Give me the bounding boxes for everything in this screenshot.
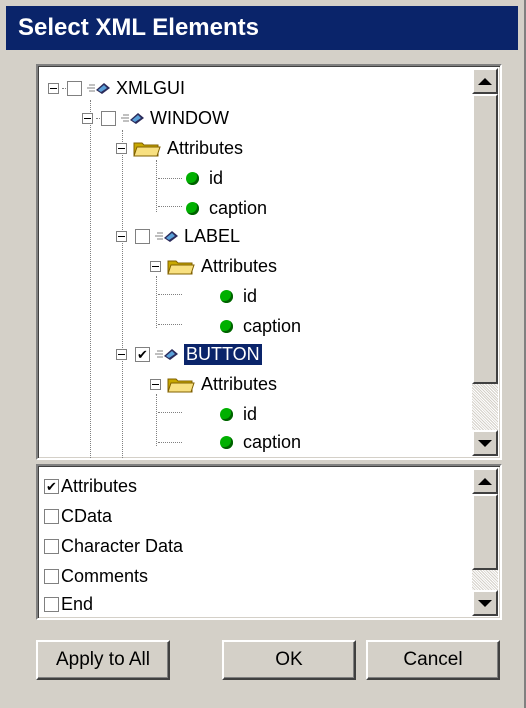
option-label: Character Data	[61, 535, 184, 556]
list-scrollbar[interactable]	[472, 468, 498, 616]
node-label: XMLGUI	[116, 77, 186, 98]
attribute-dot-icon	[186, 201, 199, 215]
folder-icon	[167, 260, 195, 275]
node-label: WINDOW	[150, 107, 229, 128]
list-item-attributes[interactable]: ✔ Attributes	[44, 472, 137, 500]
element-icon	[87, 83, 110, 94]
list-item-cdata[interactable]: CData	[44, 502, 112, 530]
node-label: id	[209, 167, 224, 188]
tree-scrollbar[interactable]	[472, 68, 498, 456]
arrow-up-icon	[478, 477, 492, 485]
tree-node-attributes[interactable]: Attributes	[150, 252, 277, 280]
arrow-down-icon	[478, 439, 492, 447]
list-item-end[interactable]: End	[44, 590, 93, 618]
option-label: Attributes	[61, 475, 138, 496]
folder-icon	[133, 142, 161, 157]
collapse-toggle[interactable]	[150, 378, 161, 390]
collapse-toggle[interactable]	[116, 142, 127, 154]
element-icon	[155, 349, 178, 360]
node-label: Attributes	[167, 137, 244, 158]
attribute-dot-icon	[186, 171, 199, 185]
option-checkbox[interactable]	[44, 568, 59, 584]
tree-node-attributes[interactable]: Attributes	[150, 370, 277, 398]
scroll-up-button[interactable]	[472, 68, 498, 94]
node-label: id	[243, 285, 258, 306]
option-label: Comments	[61, 565, 149, 586]
apply-to-all-button[interactable]: Apply to All	[36, 640, 170, 680]
attribute-dot-icon	[220, 435, 233, 449]
option-label: CData	[61, 505, 113, 526]
tree-connector	[156, 394, 157, 446]
tree-node-attribute[interactable]: id	[216, 282, 257, 310]
tree-node-attributes[interactable]: Attributes	[116, 134, 243, 162]
tree-node-attribute[interactable]: caption	[216, 428, 301, 456]
arrow-up-icon	[478, 77, 492, 85]
tree-node-window[interactable]: WINDOW	[82, 104, 229, 132]
node-label: Attributes	[201, 255, 278, 276]
arrow-down-icon	[478, 599, 492, 607]
node-checkbox[interactable]: ✔	[135, 346, 150, 362]
scroll-up-button[interactable]	[472, 468, 498, 494]
option-checkbox[interactable]	[44, 538, 59, 554]
tree-connector	[156, 160, 157, 212]
scroll-thumb[interactable]	[472, 94, 498, 384]
option-checkbox[interactable]	[44, 596, 59, 612]
node-checkbox[interactable]	[135, 228, 150, 244]
tree-connector	[90, 100, 91, 458]
collapse-toggle[interactable]	[48, 82, 59, 94]
tree-node-button[interactable]: ✔ BUTTON	[116, 340, 262, 368]
tree-connector	[122, 130, 123, 458]
scroll-down-button[interactable]	[472, 590, 498, 616]
node-label: caption	[209, 197, 268, 218]
dialog-window: Select XML Elements XMLGUI WINDOW Attrib…	[0, 0, 526, 708]
node-label: id	[243, 403, 258, 424]
ok-button[interactable]: OK	[222, 640, 356, 680]
tree-connector	[158, 412, 182, 413]
tree-node-attribute[interactable]: caption	[182, 194, 267, 222]
tree-connector	[158, 294, 182, 295]
window-title: Select XML Elements	[18, 14, 259, 41]
title-bar[interactable]: Select XML Elements	[6, 6, 518, 50]
collapse-toggle[interactable]	[150, 260, 161, 272]
scroll-track[interactable]	[472, 570, 498, 592]
element-icon	[155, 231, 178, 242]
tree-node-attribute[interactable]: id	[216, 400, 257, 428]
node-label: caption	[243, 431, 302, 452]
scroll-thumb[interactable]	[472, 494, 498, 570]
tree-connector	[158, 178, 182, 179]
option-checkbox[interactable]: ✔	[44, 478, 59, 494]
node-label: caption	[243, 315, 302, 336]
folder-icon	[167, 378, 195, 393]
xml-tree-view[interactable]: XMLGUI WINDOW Attributes id caption LABE…	[36, 64, 502, 460]
node-label: Attributes	[201, 373, 278, 394]
tree-node-attribute[interactable]: caption	[216, 312, 301, 340]
node-checkbox[interactable]	[101, 110, 116, 126]
element-icon	[121, 113, 144, 124]
node-label: LABEL	[184, 225, 241, 246]
list-item-comments[interactable]: Comments	[44, 562, 148, 590]
collapse-toggle[interactable]	[116, 230, 127, 242]
tree-connector	[158, 324, 182, 325]
node-type-list[interactable]: ✔ Attributes CData Character Data Commen…	[36, 464, 502, 620]
scroll-down-button[interactable]	[472, 430, 498, 456]
scroll-track[interactable]	[472, 384, 498, 432]
tree-connector	[158, 442, 182, 443]
attribute-dot-icon	[220, 289, 233, 303]
list-item-character-data[interactable]: Character Data	[44, 532, 183, 560]
node-label: BUTTON	[184, 343, 262, 365]
tree-node-label[interactable]: LABEL	[116, 222, 240, 250]
option-label: End	[61, 593, 94, 614]
option-checkbox[interactable]	[44, 508, 59, 524]
tree-node-xmlgui[interactable]: XMLGUI	[48, 74, 185, 102]
tree-node-attribute[interactable]: id	[182, 164, 223, 192]
collapse-toggle[interactable]	[82, 112, 93, 124]
attribute-dot-icon	[220, 319, 233, 333]
collapse-toggle[interactable]	[116, 348, 127, 360]
tree-connector	[156, 276, 157, 328]
attribute-dot-icon	[220, 407, 233, 421]
node-checkbox[interactable]	[67, 80, 82, 96]
cancel-button[interactable]: Cancel	[366, 640, 500, 680]
tree-connector	[158, 206, 182, 207]
